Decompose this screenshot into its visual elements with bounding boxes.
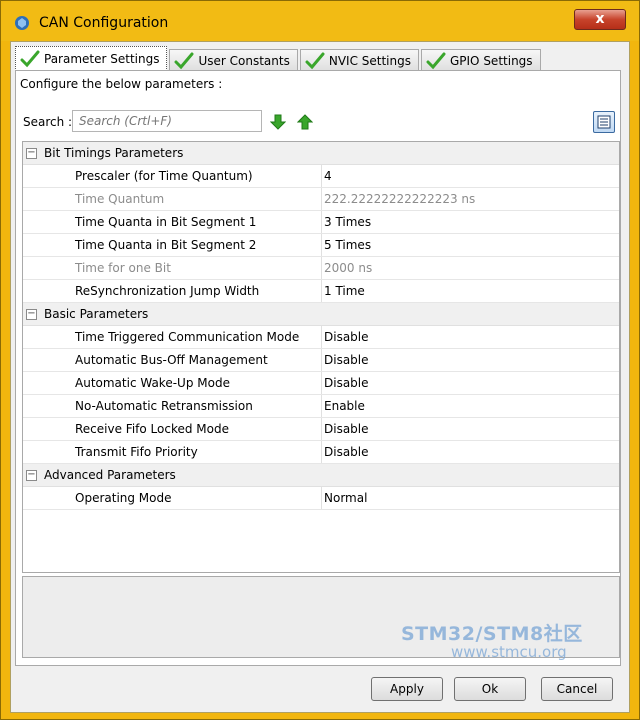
property-value[interactable]: 5 Times <box>321 234 619 256</box>
property-grid: − Bit Timings Parameters Prescaler (for … <box>22 141 620 573</box>
property-row[interactable]: Transmit Fifo Priority Disable <box>23 441 619 464</box>
title-bar[interactable]: CAN Configuration x <box>1 1 639 41</box>
property-name: Operating Mode <box>75 491 172 505</box>
property-value[interactable]: Disable <box>321 326 619 348</box>
ok-button[interactable]: Ok <box>454 677 526 701</box>
property-row[interactable]: Time Quanta in Bit Segment 1 3 Times <box>23 211 619 234</box>
property-value[interactable]: Disable <box>321 349 619 371</box>
app-icon <box>15 16 29 30</box>
property-value: 2000 ns <box>321 257 619 279</box>
check-icon <box>174 52 194 69</box>
group-label: Basic Parameters <box>44 307 149 321</box>
check-icon <box>305 52 325 69</box>
property-name: Automatic Wake-Up Mode <box>75 376 230 390</box>
property-name: Time Quantum <box>75 192 165 206</box>
property-name: Time Quanta in Bit Segment 1 <box>75 215 257 229</box>
tab-label: GPIO Settings <box>449 53 533 68</box>
property-row[interactable]: Automatic Wake-Up Mode Disable <box>23 372 619 395</box>
window-title: CAN Configuration <box>39 15 169 31</box>
intro-text: Configure the below parameters : <box>20 77 223 91</box>
property-name: Time for one Bit <box>75 261 171 275</box>
property-row: Time for one Bit 2000 ns <box>23 257 619 280</box>
tab-parameter-settings[interactable]: Parameter Settings <box>15 46 168 71</box>
property-row[interactable]: No-Automatic Retransmission Enable <box>23 395 619 418</box>
check-icon <box>426 52 446 69</box>
property-value[interactable]: Enable <box>321 395 619 417</box>
property-name: Automatic Bus-Off Management <box>75 353 268 367</box>
property-name: ReSynchronization Jump Width <box>75 284 260 298</box>
property-row[interactable]: Time Quanta in Bit Segment 2 5 Times <box>23 234 619 257</box>
property-name: No-Automatic Retransmission <box>75 399 253 413</box>
tab-nvic-settings[interactable]: NVIC Settings <box>299 49 419 71</box>
property-row: Time Quantum 222.22222222222223 ns <box>23 188 619 211</box>
list-view-icon <box>597 115 611 129</box>
property-name: Prescaler (for Time Quantum) <box>75 169 253 183</box>
search-label: Search : <box>23 115 73 129</box>
window-frame: CAN Configuration x Parameter Settings U… <box>0 0 640 720</box>
property-value[interactable]: Normal <box>321 487 619 509</box>
property-value[interactable]: 3 Times <box>321 211 619 233</box>
parameter-settings-panel: Configure the below parameters : Search … <box>15 70 621 666</box>
property-row[interactable]: Prescaler (for Time Quantum) 4 <box>23 165 619 188</box>
property-value[interactable]: Disable <box>321 418 619 440</box>
property-value[interactable]: 4 <box>321 165 619 187</box>
property-row[interactable]: ReSynchronization Jump Width 1 Time <box>23 280 619 303</box>
group-label: Bit Timings Parameters <box>44 146 184 160</box>
tab-label: User Constants <box>198 53 290 68</box>
arrow-up-icon[interactable] <box>297 114 313 130</box>
check-icon <box>20 50 40 68</box>
tab-user-constants[interactable]: User Constants <box>169 49 298 71</box>
apply-button[interactable]: Apply <box>371 677 443 701</box>
cancel-button[interactable]: Cancel <box>541 677 613 701</box>
property-row[interactable]: Time Triggered Communication Mode Disabl… <box>23 326 619 349</box>
search-input[interactable] <box>72 110 262 132</box>
arrow-down-icon[interactable] <box>270 114 286 130</box>
group-basic-parameters[interactable]: − Basic Parameters <box>23 303 619 326</box>
property-name: Time Quanta in Bit Segment 2 <box>75 238 257 252</box>
description-panel <box>22 576 620 658</box>
property-row[interactable]: Automatic Bus-Off Management Disable <box>23 349 619 372</box>
group-advanced-parameters[interactable]: − Advanced Parameters <box>23 464 619 487</box>
tab-gpio-settings[interactable]: GPIO Settings <box>420 49 541 71</box>
property-value[interactable]: Disable <box>321 441 619 463</box>
property-row[interactable]: Receive Fifo Locked Mode Disable <box>23 418 619 441</box>
property-row[interactable]: Operating Mode Normal <box>23 487 619 510</box>
group-bit-timings[interactable]: − Bit Timings Parameters <box>23 142 619 165</box>
group-label: Advanced Parameters <box>44 468 176 482</box>
collapse-icon[interactable]: − <box>26 148 37 159</box>
list-view-button[interactable] <box>593 111 615 133</box>
collapse-icon[interactable]: − <box>26 470 37 481</box>
property-value[interactable]: 1 Time <box>321 280 619 302</box>
property-name: Time Triggered Communication Mode <box>75 330 300 344</box>
collapse-icon[interactable]: − <box>26 309 37 320</box>
tab-label: Parameter Settings <box>44 52 160 66</box>
property-name: Transmit Fifo Priority <box>75 445 198 459</box>
dialog-body: Parameter Settings User Constants NVIC S… <box>10 41 630 713</box>
property-value: 222.22222222222223 ns <box>321 188 619 210</box>
property-name: Receive Fifo Locked Mode <box>75 422 229 436</box>
property-value[interactable]: Disable <box>321 372 619 394</box>
close-button[interactable]: x <box>574 9 626 30</box>
tab-bar: Parameter Settings User Constants NVIC S… <box>15 45 543 71</box>
tab-label: NVIC Settings <box>328 53 411 68</box>
